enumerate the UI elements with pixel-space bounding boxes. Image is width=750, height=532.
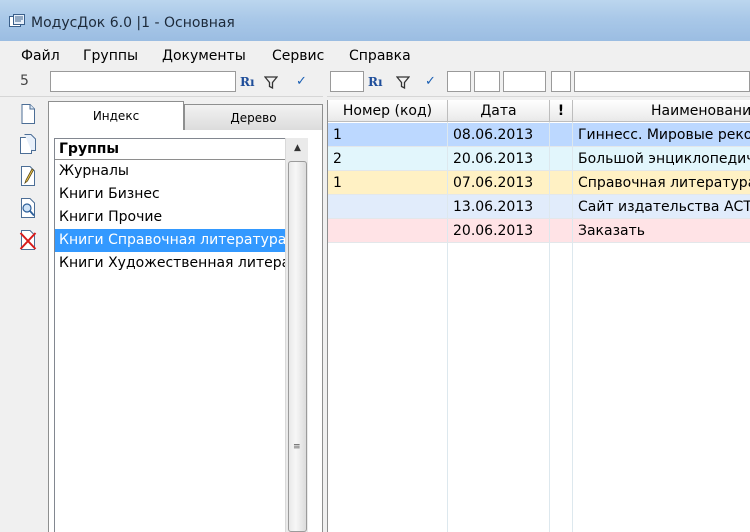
cell-flag [550, 219, 573, 243]
scroll-up-arrow-icon[interactable]: ▲ [289, 140, 306, 157]
cell-date: 08.06.2013 [448, 123, 550, 147]
menu-help[interactable]: Справка [349, 48, 411, 64]
title-bar[interactable]: МодусДок 6.0 |1 - Основная [0, 0, 750, 41]
cell-name: Сайт издательства АСТ [573, 195, 750, 219]
copy-document-icon[interactable] [19, 133, 37, 155]
menu-bar: Файл Группы Документы Сервис Справка [0, 41, 750, 69]
column-header-number[interactable]: Номер (код) [328, 100, 448, 122]
group-list[interactable]: Группы Журналы Книги Бизнес Книги Прочие… [54, 138, 285, 532]
table-row[interactable]: 2 20.06.2013 Большой энциклопедический с… [328, 147, 750, 171]
filter-icon[interactable] [396, 76, 410, 89]
cell-flag [550, 147, 573, 171]
group-item-journals[interactable]: Журналы [55, 160, 285, 183]
group-list-header: Группы [59, 141, 120, 157]
cell-number: 2 [328, 147, 448, 171]
table-row[interactable]: 1 07.06.2013 Справочная литература [328, 171, 750, 195]
menu-documents[interactable]: Документы [162, 48, 246, 64]
menu-groups[interactable]: Группы [83, 48, 138, 64]
column-divider [447, 122, 448, 532]
column-header-name[interactable]: Наименование [573, 100, 750, 122]
cell-flag [550, 195, 573, 219]
table-row[interactable]: 1 08.06.2013 Гиннесс. Мировые рекорды [328, 123, 750, 147]
grip-icon: ≡ [293, 442, 301, 452]
date-filter-input[interactable] [474, 71, 500, 92]
number-filter-input[interactable] [330, 71, 364, 92]
row-divider [328, 218, 750, 219]
view-document-icon[interactable] [19, 197, 37, 219]
group-item-reference[interactable]: Книги Справочная литература [55, 229, 285, 252]
row-divider [328, 194, 750, 195]
tab-index[interactable]: Индекс [48, 101, 184, 131]
row-divider [328, 242, 750, 243]
table-row[interactable]: 20.06.2013 Заказать [328, 219, 750, 243]
cell-name: Большой энциклопедический словарь [573, 147, 750, 171]
cell-number [328, 195, 448, 219]
cell-name: Гиннесс. Мировые рекорды [573, 123, 750, 147]
cell-number [328, 219, 448, 243]
cell-name: Справочная литература [573, 171, 750, 195]
record-counter: 5 [20, 73, 29, 89]
check-icon[interactable]: ✓ [425, 74, 436, 90]
cell-number: 1 [328, 171, 448, 195]
app-icon [9, 14, 25, 27]
column-header-flag[interactable]: ! [550, 100, 573, 122]
tab-tree[interactable]: Дерево [184, 104, 323, 131]
column-divider [572, 122, 573, 532]
menu-file[interactable]: Файл [21, 48, 60, 64]
row-divider [328, 146, 750, 147]
new-document-icon[interactable] [19, 103, 37, 125]
cell-date: 13.06.2013 [448, 195, 550, 219]
group-filter-input[interactable] [50, 71, 236, 92]
cell-flag [550, 171, 573, 195]
group-item-business[interactable]: Книги Бизнес [55, 183, 285, 206]
sort-icon[interactable]: Rı [368, 74, 383, 90]
filter-icon[interactable] [264, 76, 278, 89]
sort-icon[interactable]: Rı [240, 74, 255, 90]
cell-number: 1 [328, 123, 448, 147]
column-divider [549, 122, 550, 532]
edit-document-icon[interactable] [19, 165, 37, 187]
delete-document-icon[interactable] [19, 229, 37, 251]
scroll-thumb[interactable]: ≡ [288, 161, 307, 532]
group-list-scrollbar[interactable]: ▲ ≡ [285, 138, 308, 532]
filter-toolbar: 5 Rı ✓ Rı ✓ [0, 69, 750, 97]
document-grid[interactable]: Номер (код) Дата ! Наименование 1 08.06.… [327, 100, 750, 532]
group-item-fiction[interactable]: Книги Художественная литература [55, 252, 285, 275]
date-filter-input[interactable] [447, 71, 471, 92]
window-title: МодусДок 6.0 |1 - Основная [31, 15, 235, 31]
tab-tree-label: Дерево [230, 111, 277, 125]
cell-date: 20.06.2013 [448, 219, 550, 243]
flag-filter-input[interactable] [551, 71, 571, 92]
tab-index-label: Индекс [92, 109, 140, 123]
date-filter-input[interactable] [503, 71, 546, 92]
check-icon[interactable]: ✓ [296, 74, 307, 90]
table-row[interactable]: 13.06.2013 Сайт издательства АСТ [328, 195, 750, 219]
cell-name: Заказать [573, 219, 750, 243]
cell-date: 07.06.2013 [448, 171, 550, 195]
cell-flag [550, 123, 573, 147]
column-header-date[interactable]: Дата [448, 100, 550, 122]
name-filter-input[interactable] [574, 71, 750, 92]
row-divider [328, 170, 750, 171]
group-item-other[interactable]: Книги Прочие [55, 206, 285, 229]
cell-date: 20.06.2013 [448, 147, 550, 171]
menu-service[interactable]: Сервис [272, 48, 324, 64]
